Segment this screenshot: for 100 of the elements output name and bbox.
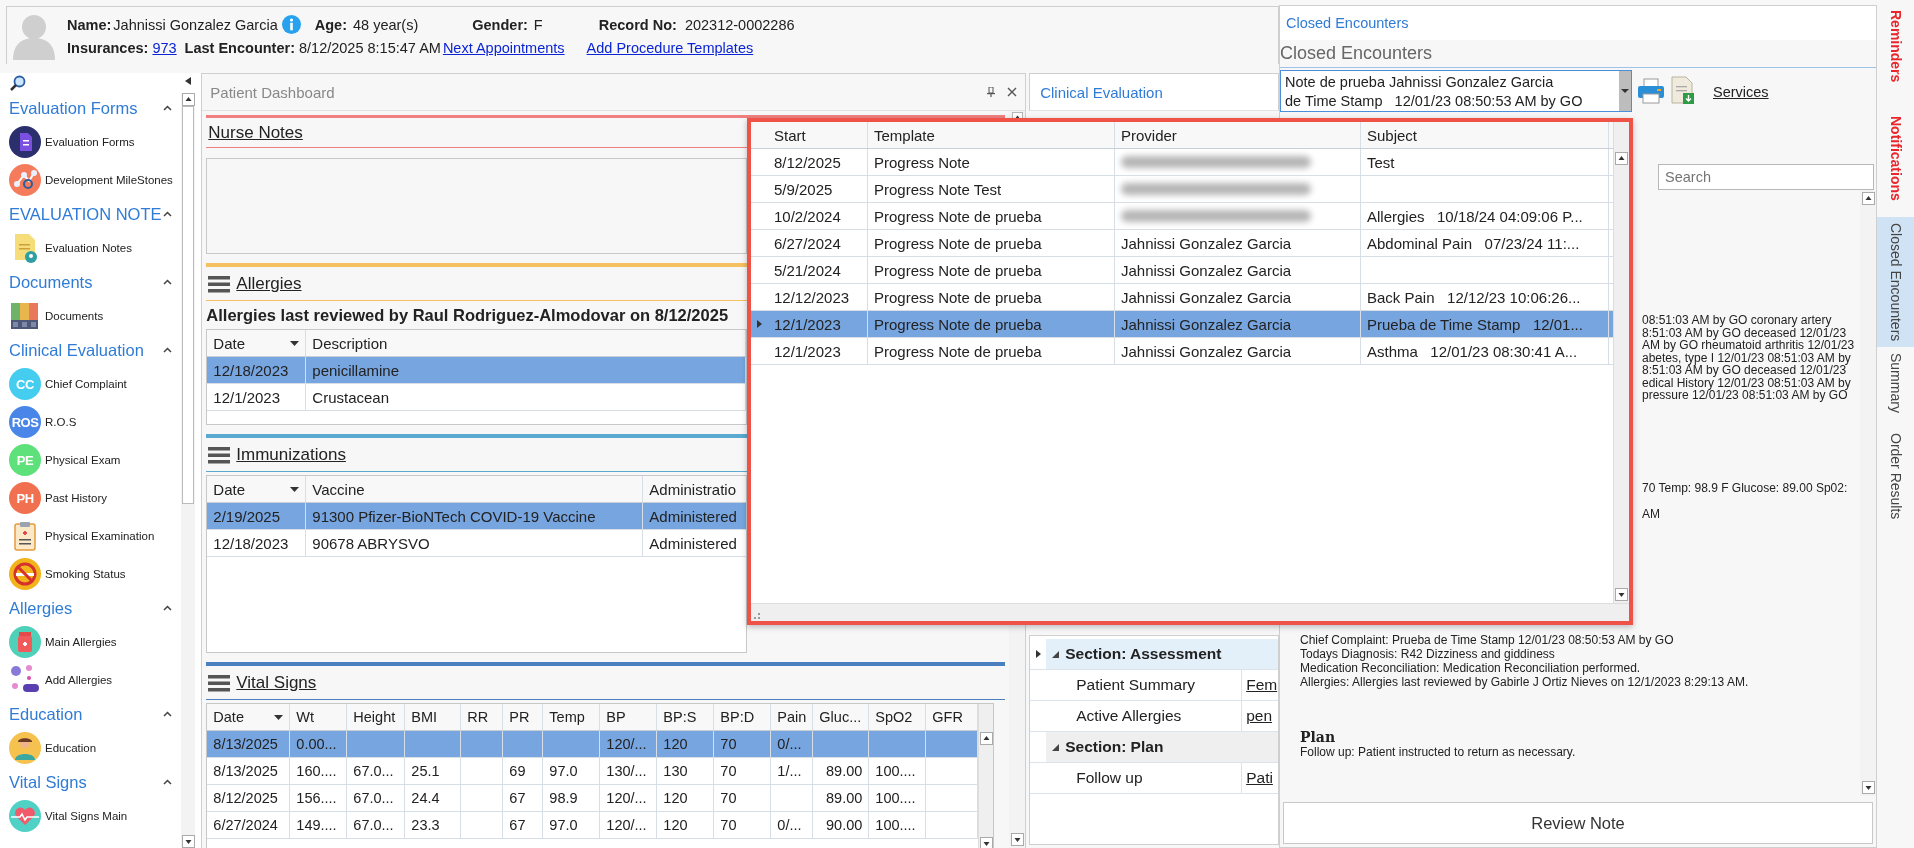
column-header[interactable]: BMI — [405, 704, 462, 730]
sidebar-item[interactable]: Main Allergies — [6, 623, 180, 661]
sidebar-item[interactable]: Evaluation Notes — [6, 229, 180, 267]
section-title[interactable]: Allergies — [236, 273, 302, 294]
sidebar-item[interactable]: Education — [6, 729, 180, 767]
table-row[interactable]: 12/1/2023 Progress Note de prueba Jahnissi Gonzalez Garcia Asthma 12/01/23 08:30:41 A... — [751, 338, 1613, 365]
column-header[interactable]: Start — [768, 122, 868, 148]
notes-field[interactable] — [206, 158, 748, 254]
column-header[interactable]: Provider — [1115, 122, 1361, 148]
scroll-up-icon[interactable] — [1861, 192, 1875, 205]
insurances-link[interactable]: 973 — [152, 40, 177, 56]
collapse-icon[interactable] — [185, 77, 191, 85]
table-row[interactable]: 12/1/2023 Crustacean — [207, 384, 747, 411]
column-header[interactable]: Vaccine — [306, 476, 644, 502]
header-link[interactable]: Add Procedure Templates — [586, 40, 754, 56]
sort-caret-icon[interactable] — [290, 486, 300, 492]
sidebar-item[interactable]: PH Past History — [6, 479, 180, 517]
scroll-down-icon[interactable] — [980, 837, 994, 848]
scroll-down-icon[interactable] — [181, 835, 195, 848]
collapse-chevron-icon[interactable] — [163, 211, 172, 217]
sort-caret-icon[interactable] — [290, 340, 300, 346]
side-tab[interactable]: Order Results — [1877, 427, 1914, 526]
scrollbar[interactable] — [1613, 122, 1629, 603]
column-header[interactable]: BP — [600, 704, 658, 730]
sidebar-item[interactable]: Physical Examination — [6, 517, 180, 555]
scroll-up-icon[interactable] — [1615, 152, 1628, 165]
column-header[interactable]: Description — [306, 330, 747, 356]
printer-icon[interactable] — [1637, 78, 1665, 104]
dropdown-arrow-icon[interactable] — [1621, 89, 1629, 93]
table-row[interactable]: 5/21/2024 Progress Note de prueba Jahnissi Gonzalez Garcia — [751, 257, 1613, 284]
sidebar-item[interactable]: Smoking Status — [6, 555, 180, 593]
sidebar-item[interactable]: Development MileStones — [6, 161, 180, 199]
scroll-down-icon[interactable] — [1861, 781, 1875, 794]
table-row[interactable]: 8/13/2025 160.... 67.0... 25.1 69 97.0 130/... 130 70 1/... 89.00 100.... — [207, 758, 979, 785]
column-header[interactable]: PR — [503, 704, 544, 730]
table-row[interactable]: 2/19/2025 91300 Pfizer-BioNTech COVID-19 Vaccine Administered — [207, 503, 747, 530]
side-tab[interactable]: Reminders — [1877, 4, 1914, 89]
review-note-button[interactable]: Review Note — [1283, 802, 1873, 844]
collapse-chevron-icon[interactable] — [163, 347, 172, 353]
resize-grip-icon[interactable] — [754, 613, 760, 619]
column-header[interactable]: Date — [207, 704, 291, 730]
encounter-dropdown-menu[interactable] — [747, 118, 1633, 625]
column-header[interactable]: Template — [868, 122, 1115, 148]
table-row[interactable]: 12/18/2023 penicillamine — [207, 357, 747, 384]
link[interactable]: Pati — [1242, 769, 1273, 787]
scroll-down-icon[interactable] — [1615, 588, 1628, 601]
section-title[interactable]: Immunizations — [236, 444, 346, 465]
services-link[interactable]: Services — [1713, 84, 1769, 100]
side-tab[interactable]: Closed Encounters — [1877, 217, 1914, 348]
section-title[interactable]: Nurse Notes — [208, 122, 303, 143]
header-link[interactable]: Next Appointments — [442, 40, 565, 56]
table-row[interactable]: 10/2/2024 Progress Note de prueba Allergies 10/18/24 04:09:06 P... — [751, 203, 1613, 230]
collapse-chevron-icon[interactable] — [163, 779, 172, 785]
table-row[interactable]: 6/27/2024 Progress Note de prueba Jahnissi Gonzalez Garcia Abdominal Pain 07/23/24 11:... — [751, 230, 1613, 257]
table-row[interactable]: 6/27/2024 149.... 67.0... 23.3 67 97.0 120/... 120 70 0/... 90.00 100.... — [207, 812, 979, 839]
collapse-chevron-icon[interactable] — [163, 105, 172, 111]
collapse-chevron-icon[interactable] — [163, 711, 172, 717]
table-row[interactable]: 8/12/2025 Progress Note Test — [751, 149, 1613, 176]
column-header[interactable]: RR — [461, 704, 504, 730]
scroll-up-icon[interactable] — [181, 93, 195, 106]
collapse-chevron-icon[interactable] — [163, 605, 172, 611]
column-header[interactable]: Subject — [1361, 122, 1609, 148]
table-row[interactable]: 12/1/2023 Progress Note de prueba Jahnissi Gonzalez Garcia Prueba de Time Stamp 12/01... — [751, 311, 1613, 338]
scroll-down-icon[interactable] — [1010, 833, 1024, 846]
scroll-up-icon[interactable] — [980, 732, 994, 745]
menu-icon[interactable] — [208, 274, 231, 293]
side-tab[interactable]: Summary — [1877, 347, 1914, 420]
sidebar-item[interactable]: PE Physical Exam — [6, 441, 180, 479]
column-header[interactable]: BP:S — [657, 704, 715, 730]
scrollbar[interactable] — [978, 704, 994, 848]
close-icon[interactable] — [1007, 87, 1018, 97]
sidebar-item[interactable]: Evaluation Forms — [6, 123, 180, 161]
tree-section-row[interactable]: Section: Plan — [1030, 732, 1278, 763]
table-row[interactable]: 8/12/2025 156.... 67.0... 24.4 67 98.9 120/... 120 70 89.00 100.... — [207, 785, 979, 812]
menu-icon[interactable] — [208, 673, 231, 692]
sidebar-item[interactable]: Vital Signs Main — [6, 797, 180, 835]
expanded-triangle-icon[interactable] — [1052, 743, 1060, 751]
document-download-icon[interactable] — [1671, 76, 1695, 104]
column-header[interactable]: Date — [207, 476, 307, 502]
search-icon[interactable] — [10, 75, 26, 91]
column-header[interactable]: Pain — [771, 704, 814, 730]
column-header[interactable]: BP:D — [714, 704, 772, 730]
tree-section-row[interactable]: Section: Assessment — [1030, 639, 1278, 670]
info-icon[interactable] — [281, 15, 301, 34]
column-header[interactable]: Date — [207, 330, 307, 356]
scroll-thumb[interactable] — [182, 106, 194, 504]
column-header[interactable]: Gluc... — [813, 704, 870, 730]
column-header[interactable]: Height — [347, 704, 406, 730]
menu-icon[interactable] — [208, 445, 231, 464]
collapse-chevron-icon[interactable] — [163, 279, 172, 285]
sidebar-item[interactable]: ROS R.O.S — [6, 403, 180, 441]
table-row[interactable]: 8/13/2025 0.00... 120/... 120 70 0/... — [207, 731, 979, 758]
scrollbar[interactable] — [181, 93, 195, 848]
encounter-dropdown[interactable]: Note de prueba Jahnissi Gonzalez Garcia de Time Stamp 12/01/23 08:50:53 AM by GO — [1280, 70, 1632, 112]
column-header[interactable]: Wt — [290, 704, 348, 730]
section-title[interactable]: Vital Signs — [236, 672, 317, 693]
sort-caret-icon[interactable] — [274, 714, 284, 720]
table-row[interactable]: 12/12/2023 Progress Note de prueba Jahnissi Gonzalez Garcia Back Pain 12/12/23 10:06:26... — [751, 284, 1613, 311]
column-header[interactable]: Temp — [543, 704, 601, 730]
link[interactable]: pen — [1242, 707, 1273, 725]
